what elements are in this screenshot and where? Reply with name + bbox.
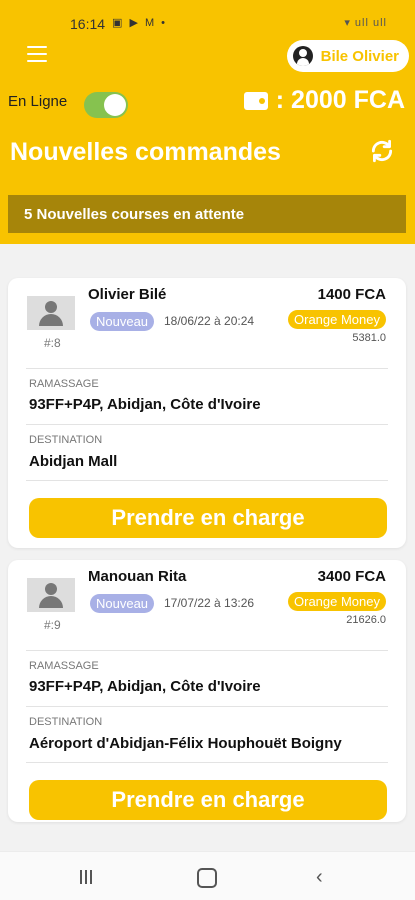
app-header: 16:14 ▣ ▶ M • ▾ ull ull Bile Olivier En … [0, 0, 415, 244]
divider [26, 762, 388, 763]
payment-method-badge: Orange Money [288, 310, 386, 329]
order-distance: 21626.0 [346, 614, 386, 626]
divider [26, 650, 388, 651]
signal-icons: ▾ ull ull [344, 17, 387, 29]
online-toggle[interactable] [84, 92, 128, 118]
status-badge: Nouveau [90, 594, 155, 613]
order-date: 17/07/22 à 13:26 [164, 596, 255, 610]
user-name: Bile Olivier [320, 47, 399, 65]
order-card: #:8 Olivier Bilé Nouveau 18/06/22 à 20:2… [8, 278, 406, 548]
pending-orders-text: 5 Nouvelles courses en attente [24, 205, 245, 223]
wallet-icon [243, 91, 268, 110]
divider [26, 368, 388, 369]
customer-avatar-icon [27, 578, 75, 612]
status-time: 16:14 [70, 16, 106, 32]
order-number: #:8 [44, 336, 61, 350]
refresh-icon[interactable] [369, 138, 395, 164]
online-status-label: En Ligne [8, 93, 68, 110]
customer-avatar-icon [27, 296, 75, 330]
toggle-knob [104, 94, 126, 116]
order-date: 18/06/22 à 20:24 [164, 314, 255, 328]
order-price: 3400 FCA [317, 568, 386, 585]
divider [26, 424, 388, 425]
status-badge: Nouveau [90, 312, 155, 331]
pickup-address: 93FF+P4P, Abidjan, Côte d'Ivoire [29, 678, 261, 695]
hamburger-menu-icon[interactable] [27, 46, 47, 62]
divider [26, 480, 388, 481]
system-navigation-bar: ‹ [0, 851, 415, 900]
notification-icons: ▣ ▶ M • [112, 17, 168, 29]
destination-label: DESTINATION [29, 434, 103, 446]
pickup-address: 93FF+P4P, Abidjan, Côte d'Ivoire [29, 396, 261, 413]
pending-orders-banner: 5 Nouvelles courses en attente [8, 195, 406, 233]
take-charge-button[interactable]: Prendre en charge [29, 780, 387, 820]
back-icon[interactable]: ‹ [316, 866, 323, 889]
destination-address: Aéroport d'Abidjan-Félix Houphouët Boign… [29, 735, 342, 752]
take-charge-button[interactable]: Prendre en charge [29, 498, 387, 538]
recent-apps-icon[interactable] [80, 870, 98, 884]
wallet-amount: : 2000 FCA [275, 86, 405, 114]
payment-method-badge: Orange Money [288, 592, 386, 611]
order-card: #:9 Manouan Rita Nouveau 17/07/22 à 13:2… [8, 560, 406, 822]
account-circle-icon [292, 46, 313, 66]
destination-label: DESTINATION [29, 716, 103, 728]
customer-name: Manouan Rita [88, 568, 187, 585]
order-distance: 5381.0 [352, 332, 386, 344]
destination-address: Abidjan Mall [29, 453, 118, 470]
status-bar: 16:14 ▣ ▶ M • ▾ ull ull [0, 12, 415, 36]
user-profile-button[interactable]: Bile Olivier [286, 40, 409, 72]
pickup-label: RAMASSAGE [29, 378, 99, 390]
customer-name: Olivier Bilé [88, 286, 167, 303]
order-price: 1400 FCA [317, 286, 386, 303]
pickup-label: RAMASSAGE [29, 660, 99, 672]
page-title: Nouvelles commandes [10, 138, 281, 166]
wallet-balance: : 2000 FCA [243, 86, 405, 115]
divider [26, 706, 388, 707]
home-icon[interactable] [197, 868, 217, 888]
order-number: #:9 [44, 618, 61, 632]
